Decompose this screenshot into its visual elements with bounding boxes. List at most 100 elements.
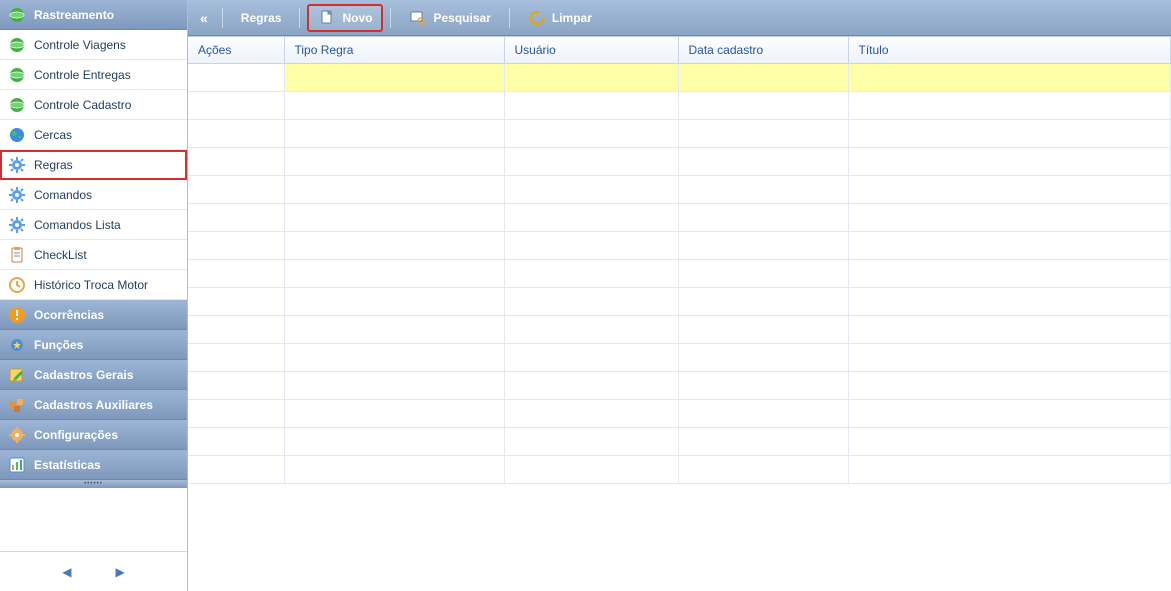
nav-label: Rastreamento: [34, 8, 114, 22]
table-row[interactable]: [188, 176, 1171, 204]
nav-section-estatisticas[interactable]: Estatísticas: [0, 450, 187, 480]
filter-cell[interactable]: [678, 64, 848, 92]
table-cell: [284, 92, 504, 120]
table-row[interactable]: [188, 120, 1171, 148]
nav-item-cercas[interactable]: Cercas: [0, 120, 187, 150]
novo-button[interactable]: Novo: [308, 5, 382, 31]
table-row[interactable]: [188, 344, 1171, 372]
table-cell: [284, 260, 504, 288]
nav-label: Comandos Lista: [34, 218, 121, 232]
table-cell: [284, 232, 504, 260]
column-header[interactable]: Ações: [188, 37, 284, 64]
filter-row: [188, 64, 1171, 92]
nav-label: Cercas: [34, 128, 72, 142]
table-cell: [284, 344, 504, 372]
table-cell: [678, 92, 848, 120]
gear-blue-icon: [8, 216, 26, 234]
table-cell: [678, 344, 848, 372]
table-cell: [504, 316, 678, 344]
column-header[interactable]: Tipo Regra: [284, 37, 504, 64]
table-cell: [848, 372, 1171, 400]
globe-green-icon: [8, 96, 26, 114]
table-row[interactable]: [188, 232, 1171, 260]
nav-label: Cadastros Auxiliares: [34, 398, 153, 412]
filter-cell[interactable]: [848, 64, 1171, 92]
main-panel: « Regras Novo Pesquisar: [188, 0, 1171, 591]
table-row[interactable]: [188, 148, 1171, 176]
nav-item-comandos-lista[interactable]: Comandos Lista: [0, 210, 187, 240]
nav-item-checklist[interactable]: CheckList: [0, 240, 187, 270]
table-cell: [284, 148, 504, 176]
table-cell: [284, 400, 504, 428]
table-cell: [188, 92, 284, 120]
boxes-icon: [8, 396, 26, 414]
nav-item-comandos[interactable]: Comandos: [0, 180, 187, 210]
sidebar: Rastreamento Controle ViagensControle Ent…: [0, 0, 188, 591]
table-cell: [678, 456, 848, 484]
table-cell: [504, 344, 678, 372]
table-cell: [188, 288, 284, 316]
column-header[interactable]: Data cadastro: [678, 37, 848, 64]
table-row[interactable]: [188, 428, 1171, 456]
pesquisar-button[interactable]: Pesquisar: [399, 5, 500, 31]
pager-prev[interactable]: ◀: [62, 565, 71, 579]
nav-label: Regras: [34, 158, 73, 172]
world-icon: [8, 126, 26, 144]
toolbar-separator: [509, 8, 510, 28]
table-cell: [678, 232, 848, 260]
table-cell: [678, 260, 848, 288]
filter-cell[interactable]: [504, 64, 678, 92]
table-cell: [678, 204, 848, 232]
table-cell: [848, 148, 1171, 176]
table-row[interactable]: [188, 260, 1171, 288]
table-cell: [848, 316, 1171, 344]
filter-cell[interactable]: [284, 64, 504, 92]
nav-section-funcoes[interactable]: Funções: [0, 330, 187, 360]
table-cell: [504, 288, 678, 316]
alert-icon: [8, 306, 26, 324]
column-header[interactable]: Usuário: [504, 37, 678, 64]
nav-section-ocorrencias[interactable]: Ocorrências: [0, 300, 187, 330]
novo-label: Novo: [342, 11, 372, 25]
table-row[interactable]: [188, 456, 1171, 484]
nav-section-rastreamento[interactable]: Rastreamento: [0, 0, 187, 30]
table-cell: [188, 316, 284, 344]
nav-item-controle-cadastro[interactable]: Controle Cadastro: [0, 90, 187, 120]
table-cell: [188, 456, 284, 484]
nav-item-historico-troca-motor[interactable]: Histórico Troca Motor: [0, 270, 187, 300]
nav-item-regras[interactable]: Regras: [0, 150, 187, 180]
table-cell: [678, 120, 848, 148]
chart-icon: [8, 456, 26, 474]
table-row[interactable]: [188, 372, 1171, 400]
nav-label: Ocorrências: [34, 308, 104, 322]
table-cell: [284, 428, 504, 456]
table-row[interactable]: [188, 400, 1171, 428]
nav-section-configuracoes[interactable]: Configurações: [0, 420, 187, 450]
nav-section-cadastros-gerais[interactable]: Cadastros Gerais: [0, 360, 187, 390]
pager-next[interactable]: ▶: [116, 565, 125, 579]
table-cell: [188, 372, 284, 400]
table-cell: [504, 372, 678, 400]
nav-section-cadastros-auxiliares[interactable]: Cadastros Auxiliares: [0, 390, 187, 420]
rules-table: AçõesTipo RegraUsuárioData cadastroTítul…: [188, 37, 1171, 484]
toolbar-separator: [299, 8, 300, 28]
table-row[interactable]: [188, 316, 1171, 344]
table-row[interactable]: [188, 204, 1171, 232]
table-cell: [284, 316, 504, 344]
table-cell: [504, 148, 678, 176]
table-cell: [848, 176, 1171, 204]
collapse-sidebar-button[interactable]: «: [194, 10, 214, 26]
table-cell: [188, 232, 284, 260]
table-cell: [848, 204, 1171, 232]
table-row[interactable]: [188, 92, 1171, 120]
filter-cell[interactable]: [188, 64, 284, 92]
sidebar-resize-handle[interactable]: ••••••: [0, 480, 187, 488]
gear-blue-icon: [8, 186, 26, 204]
nav-item-controle-entregas[interactable]: Controle Entregas: [0, 60, 187, 90]
column-header[interactable]: Título: [848, 37, 1171, 64]
limpar-button[interactable]: Limpar: [518, 5, 602, 31]
table-row[interactable]: [188, 288, 1171, 316]
table-cell: [284, 456, 504, 484]
nav-item-controle-viagens[interactable]: Controle Viagens: [0, 30, 187, 60]
toolbar-title: Regras: [231, 7, 292, 29]
